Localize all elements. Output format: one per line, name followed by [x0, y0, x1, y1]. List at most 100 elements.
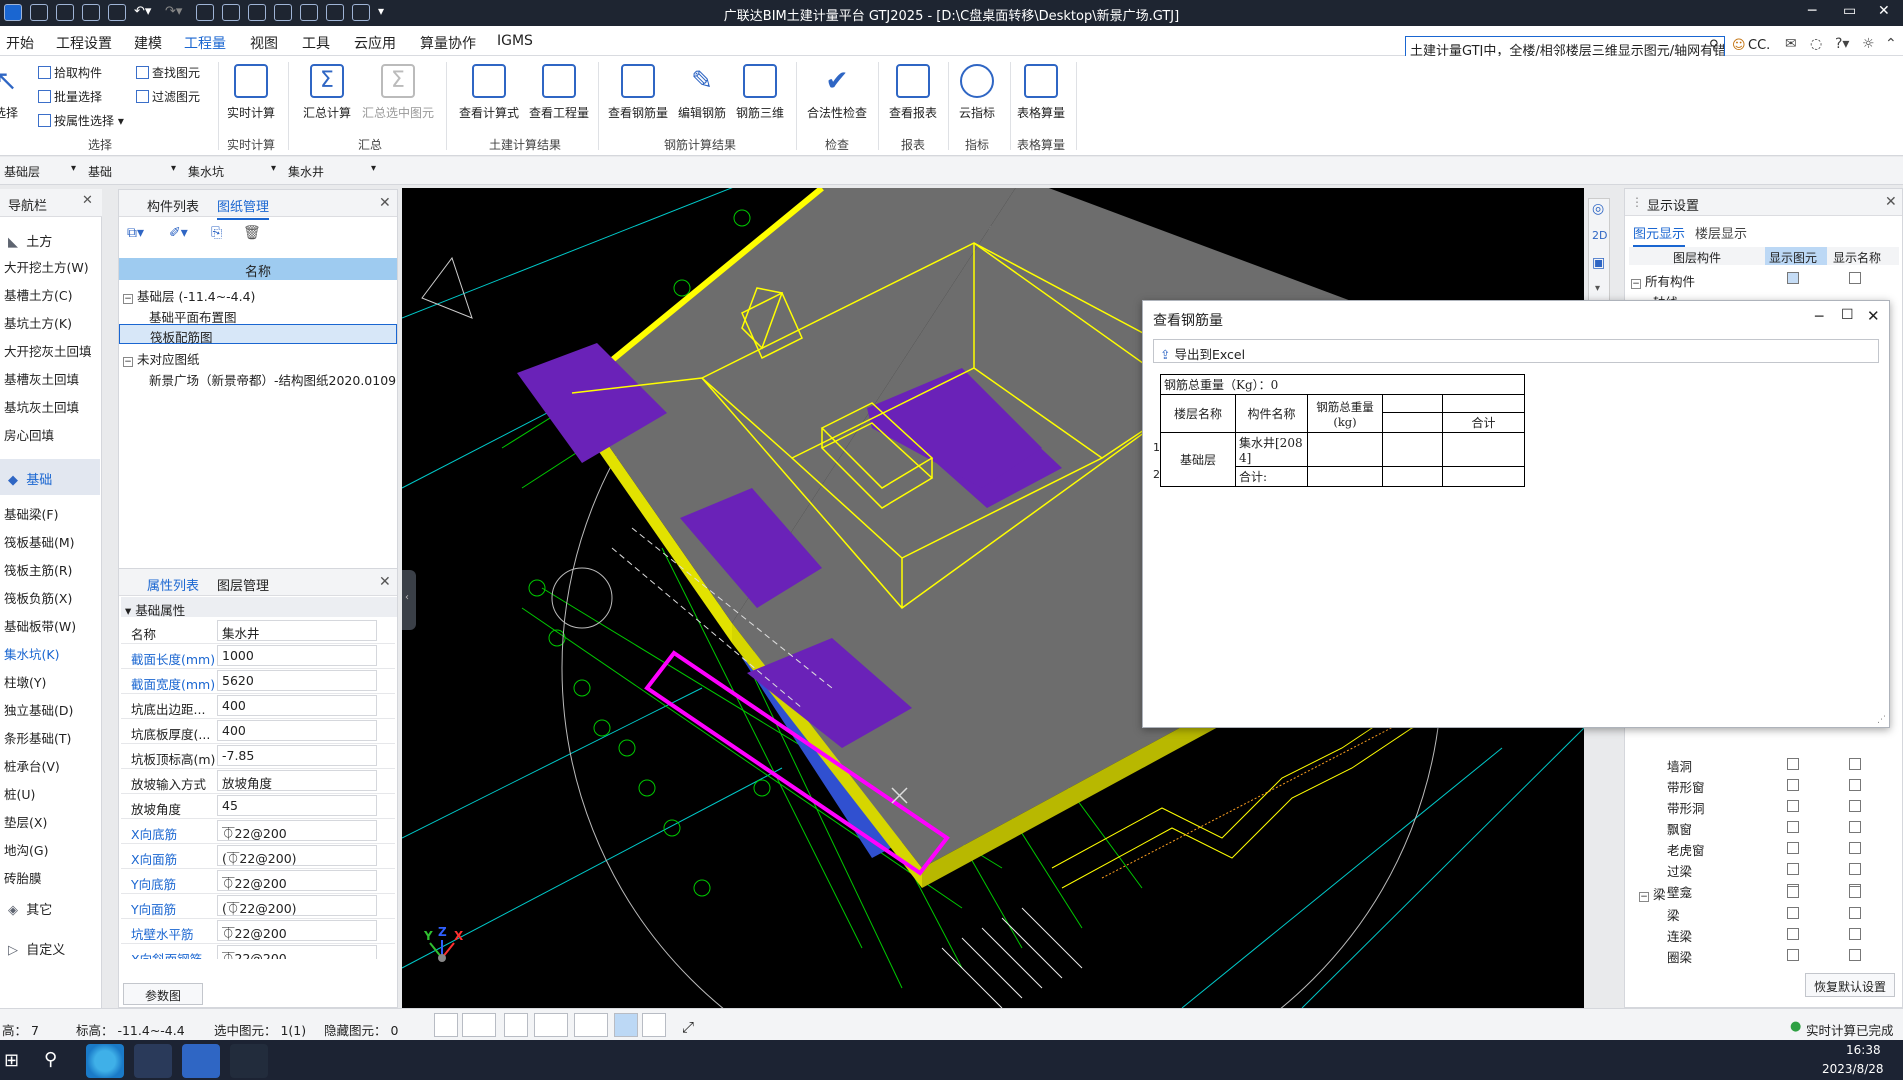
cad-app-icon[interactable]	[134, 1044, 172, 1078]
nav-item[interactable]: 垫层(X)	[4, 812, 47, 831]
show-element-checkbox[interactable]	[1787, 821, 1799, 833]
dialog-maximize-button[interactable]: ☐	[1841, 307, 1854, 323]
search-input[interactable]: 土建计量GTJ中，全楼/相邻楼层三维显示图元/轴网有错	[1405, 36, 1725, 58]
nav-item[interactable]: 大开挖灰土回填	[4, 341, 92, 360]
dynamic-input-tool[interactable]	[614, 1013, 638, 1037]
view-report-button[interactable]: 查看报表	[882, 62, 944, 121]
collapse-ribbon-icon[interactable]: ⌃	[1885, 36, 1897, 52]
angle-tool[interactable]	[534, 1013, 568, 1037]
nav-cat-other[interactable]: ◈ 其它	[0, 889, 100, 925]
copy-drawing-icon[interactable]: ⎘	[211, 225, 222, 241]
type-select[interactable]: 集水坑	[184, 161, 280, 181]
find-element-button[interactable]: 查找图元	[136, 64, 200, 81]
nav-cat-foundation[interactable]: ◆ 基础	[0, 459, 100, 495]
filter-element-button[interactable]: 过滤图元	[136, 88, 200, 105]
close-icon[interactable]: ✕	[379, 574, 391, 590]
property-value-input[interactable]: (⏁22@200)	[217, 895, 377, 916]
nav-item[interactable]: 桩承台(V)	[4, 756, 60, 775]
tab-floor-display[interactable]: 楼层显示	[1695, 223, 1747, 242]
menu-tools[interactable]: 工具	[302, 33, 330, 53]
view-formula-button[interactable]: 查看计算式	[452, 62, 526, 121]
chat-icon[interactable]: ◌	[1810, 36, 1822, 52]
show-element-checkbox[interactable]	[1787, 949, 1799, 961]
show-name-checkbox[interactable]	[1849, 907, 1861, 919]
nav-cat-custom[interactable]: ▷ 自定义	[0, 929, 100, 965]
floor-select[interactable]: 基础层	[0, 161, 80, 181]
menu-collab[interactable]: 算量协作	[420, 33, 476, 53]
restore-defaults-button[interactable]: 恢复默认设置	[1805, 973, 1895, 997]
realtime-calc-button[interactable]: 实时计算	[220, 62, 282, 121]
show-name-checkbox[interactable]	[1849, 928, 1861, 940]
collapse-icon[interactable]: −	[123, 294, 133, 304]
orbit-icon[interactable]: ◎	[1592, 201, 1604, 217]
property-value-input[interactable]: 400	[217, 695, 377, 716]
tree-beam-group[interactable]: − 梁	[1639, 884, 1666, 903]
orthogonal-tool[interactable]	[434, 1013, 458, 1037]
prop-group-header[interactable]: ▾ 基础属性	[121, 597, 397, 618]
delete-icon[interactable]: 🗑	[243, 225, 261, 241]
help-icon[interactable]: ?▾	[1835, 36, 1849, 52]
export-excel-button[interactable]: ⇪ 导出到Excel	[1153, 339, 1879, 363]
gtj-app-icon[interactable]	[182, 1044, 220, 1078]
dialog-minimize-button[interactable]: ─	[1815, 309, 1823, 325]
menu-igms[interactable]: IGMS	[497, 33, 533, 49]
property-value-input[interactable]: ⏁22@200	[217, 820, 377, 841]
collapse-icon[interactable]: −	[123, 357, 133, 367]
property-value-input[interactable]: ⏁22@200	[217, 870, 377, 891]
tab-properties[interactable]: 属性列表	[147, 575, 200, 599]
nav-item[interactable]: 集水坑(K)	[4, 644, 59, 663]
snap-tool[interactable]	[462, 1013, 496, 1037]
nav-item[interactable]: 筏板主筋(R)	[4, 560, 72, 579]
menu-modeling[interactable]: 建模	[134, 33, 162, 53]
close-icon[interactable]: ✕	[1885, 194, 1897, 210]
show-name-checkbox[interactable]	[1849, 800, 1861, 812]
legality-check-button[interactable]: ✔ 合法性检查	[800, 62, 874, 121]
show-element-checkbox[interactable]	[1787, 758, 1799, 770]
select-tool-button[interactable]: ↖ 选择	[0, 62, 30, 121]
collapse-icon[interactable]: −	[1631, 279, 1641, 289]
nav-item[interactable]: 筏板负筋(X)	[4, 588, 72, 607]
nav-item[interactable]: 房心回填	[4, 425, 54, 444]
property-value-input[interactable]: 集水井	[217, 620, 377, 641]
expand-views-icon[interactable]: ▾	[1595, 283, 1600, 294]
show-name-checkbox[interactable]	[1849, 779, 1861, 791]
summary-selected-button[interactable]: Σ 汇总选中图元	[358, 62, 438, 121]
close-icon[interactable]: ✕	[379, 195, 391, 211]
tree-node-unmatched[interactable]: − 未对应图纸	[123, 349, 200, 368]
show-element-checkbox[interactable]	[1787, 779, 1799, 791]
nav-cat-earthwork[interactable]: ◣ 土方	[0, 221, 100, 257]
fullscreen-icon[interactable]: ⤢	[682, 1018, 694, 1036]
show-name-checkbox[interactable]	[1849, 863, 1861, 875]
edit-rebar-button[interactable]: ✎ 编辑钢筋	[670, 62, 734, 121]
property-value-input[interactable]: ⏁22@200	[217, 920, 377, 941]
skin-icon[interactable]: ☼	[1862, 36, 1875, 52]
select-by-attribute-button[interactable]: 按属性选择 ▾	[38, 112, 124, 129]
view-rebar-button[interactable]: 查看钢筋量	[606, 62, 670, 121]
user-name[interactable]: CC.	[1748, 38, 1770, 53]
property-value-input[interactable]: 45	[217, 795, 377, 816]
intersection-tool[interactable]	[504, 1013, 528, 1037]
taskbar-search-icon[interactable]: ⚲	[44, 1049, 57, 1070]
tab-component-list[interactable]: 构件列表	[147, 196, 199, 215]
tree-all-components[interactable]: − 所有构件	[1631, 271, 1695, 290]
show-name-checkbox[interactable]	[1849, 821, 1861, 833]
property-value-input[interactable]: 1000	[217, 645, 377, 666]
nav-close-icon[interactable]: ✕	[82, 193, 93, 208]
windows-start-icon[interactable]: ⊞	[4, 1050, 19, 1071]
edge-browser-icon[interactable]	[86, 1044, 124, 1078]
nav-item[interactable]: 基坑灰土回填	[4, 397, 79, 416]
show-element-checkbox[interactable]	[1787, 800, 1799, 812]
restore-button[interactable]: ▭	[1843, 3, 1856, 19]
property-value-input[interactable]: -7.85	[217, 745, 377, 766]
property-value-input[interactable]: 放坡角度	[217, 770, 377, 791]
nav-item[interactable]: 条形基础(T)	[4, 728, 71, 747]
show-element-checkbox[interactable]	[1787, 842, 1799, 854]
nav-item[interactable]: 基槽土方(C)	[4, 285, 72, 304]
show-element-checkbox[interactable]	[1787, 928, 1799, 940]
menu-view[interactable]: 视图	[250, 33, 278, 53]
nav-item[interactable]: 砖胎膜	[4, 868, 42, 887]
cloud-index-button[interactable]: 云指标	[946, 62, 1008, 121]
nav-item[interactable]: 地沟(G)	[4, 840, 48, 859]
table-calc-button[interactable]: 表格算量	[1010, 62, 1072, 121]
3d-cube-icon[interactable]: ▣	[1592, 255, 1605, 271]
